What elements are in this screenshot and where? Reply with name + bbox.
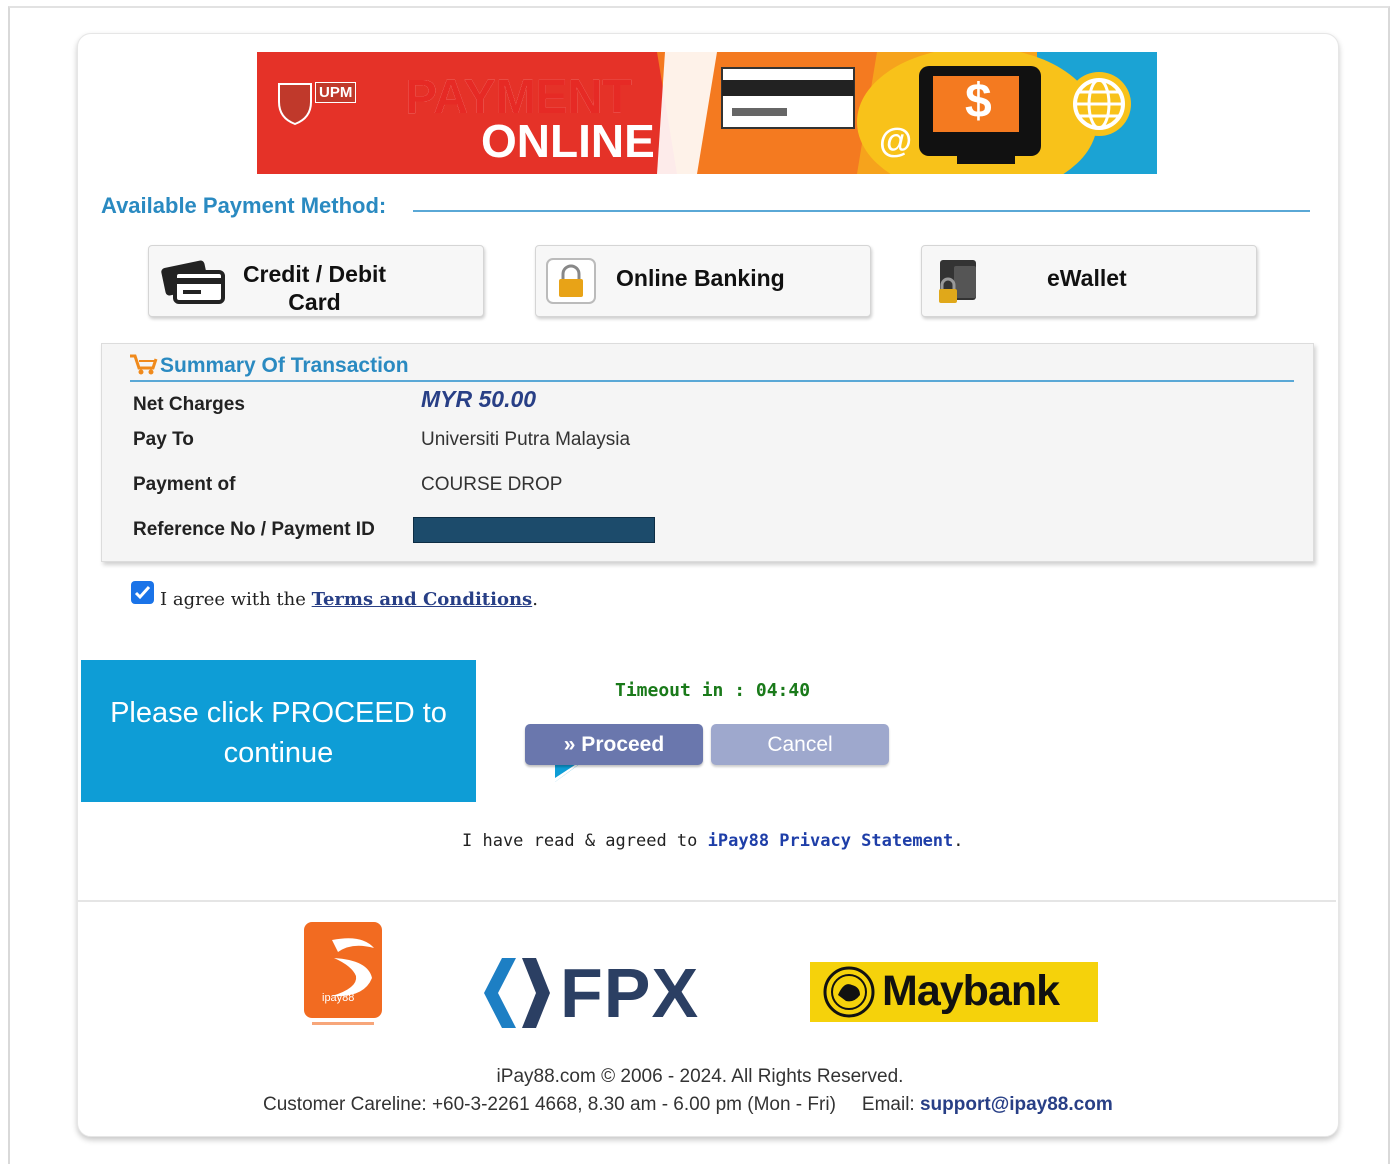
wallet-icon xyxy=(934,256,982,311)
net-charges-value: MYR 50.00 xyxy=(421,386,537,412)
timeout-countdown: Timeout in : 04:40 xyxy=(615,680,811,701)
terms-checkbox[interactable] xyxy=(131,581,154,604)
reference-no-label: Reference No / Payment ID xyxy=(133,519,375,540)
ipay88-logo-text: ipay88 xyxy=(322,992,355,1004)
transaction-summary-panel: Summary Of Transaction Net Charges MYR 5… xyxy=(101,343,1314,562)
reference-no-redacted xyxy=(413,517,655,543)
copyright-text: iPay88.com © 2006 - 2024. All Rights Res… xyxy=(496,1066,904,1087)
credit-card-icon xyxy=(161,260,227,309)
credit-debit-card-button[interactable]: Credit / Debit Card xyxy=(148,245,484,317)
checkmark-icon xyxy=(134,585,151,600)
maybank-logo-text: Maybank xyxy=(882,967,1060,1015)
terms-link[interactable]: Terms and Conditions xyxy=(312,589,533,610)
online-banking-label: Online Banking xyxy=(616,265,785,291)
banner-graphic xyxy=(257,52,1157,174)
payment-online-banner: UPM PAYMENT ONLINE @ $ xyxy=(257,52,1157,174)
maybank-logo: Maybank xyxy=(810,962,1098,1022)
proceed-button[interactable]: » Proceed xyxy=(525,724,703,765)
ewallet-button[interactable]: eWallet xyxy=(921,245,1257,317)
payment-of-label: Payment of xyxy=(133,474,236,495)
callout-line2: continue xyxy=(223,737,334,769)
cancel-button[interactable]: Cancel xyxy=(711,724,889,765)
callout-text: Please click PROCEED to continue xyxy=(81,693,476,773)
terms-agreement: I agree with the Terms and Conditions. xyxy=(160,589,538,610)
fpx-logo: FPX xyxy=(482,954,702,1032)
pay-to-value: Universiti Putra Malaysia xyxy=(421,429,631,450)
net-charges-label: Net Charges xyxy=(133,394,245,415)
ipay88-logo: ipay88 xyxy=(304,922,382,1025)
summary-divider xyxy=(130,380,1294,382)
proceed-instruction-callout: Please click PROCEED to continue xyxy=(81,660,609,802)
careline-text: Customer Careline: +60-3-2261 4668, 8.30… xyxy=(263,1094,836,1115)
terms-suffix: . xyxy=(532,589,538,610)
online-banking-button[interactable]: Online Banking xyxy=(535,245,871,317)
email-label: Email: xyxy=(861,1094,920,1115)
payment-of-value: COURSE DROP xyxy=(421,474,563,495)
shopping-cart-icon xyxy=(128,352,158,381)
privacy-prefix: I have read & agreed to xyxy=(462,831,708,851)
privacy-suffix: . xyxy=(953,831,964,851)
lock-icon xyxy=(546,258,596,309)
callout-line1: Please click PROCEED to xyxy=(110,697,447,729)
pay-to-label: Pay To xyxy=(133,429,194,450)
summary-title: Summary Of Transaction xyxy=(160,354,409,377)
credit-debit-card-label: Credit / Debit Card xyxy=(242,261,387,315)
customer-careline: Customer Careline: +60-3-2261 4668, 8.30… xyxy=(263,1094,1113,1116)
upm-logo-text: UPM xyxy=(315,82,357,103)
ewallet-label: eWallet xyxy=(1047,265,1127,291)
payment-method-heading: Available Payment Method: xyxy=(101,193,387,218)
footer-divider xyxy=(78,900,1336,902)
terms-prefix: I agree with the xyxy=(160,589,312,610)
banner-at-symbol: @ xyxy=(879,122,913,160)
banner-dollar-symbol: $ xyxy=(965,75,992,128)
section-divider xyxy=(413,210,1310,212)
privacy-link[interactable]: iPay88 Privacy Statement xyxy=(708,831,954,851)
banner-title-line2: ONLINE xyxy=(481,115,655,167)
privacy-statement: I have read & agreed to iPay88 Privacy S… xyxy=(462,831,964,851)
support-email-link[interactable]: support@ipay88.com xyxy=(920,1094,1113,1115)
tiger-emblem-icon xyxy=(823,966,875,1018)
fpx-logo-text: FPX xyxy=(560,954,700,1032)
